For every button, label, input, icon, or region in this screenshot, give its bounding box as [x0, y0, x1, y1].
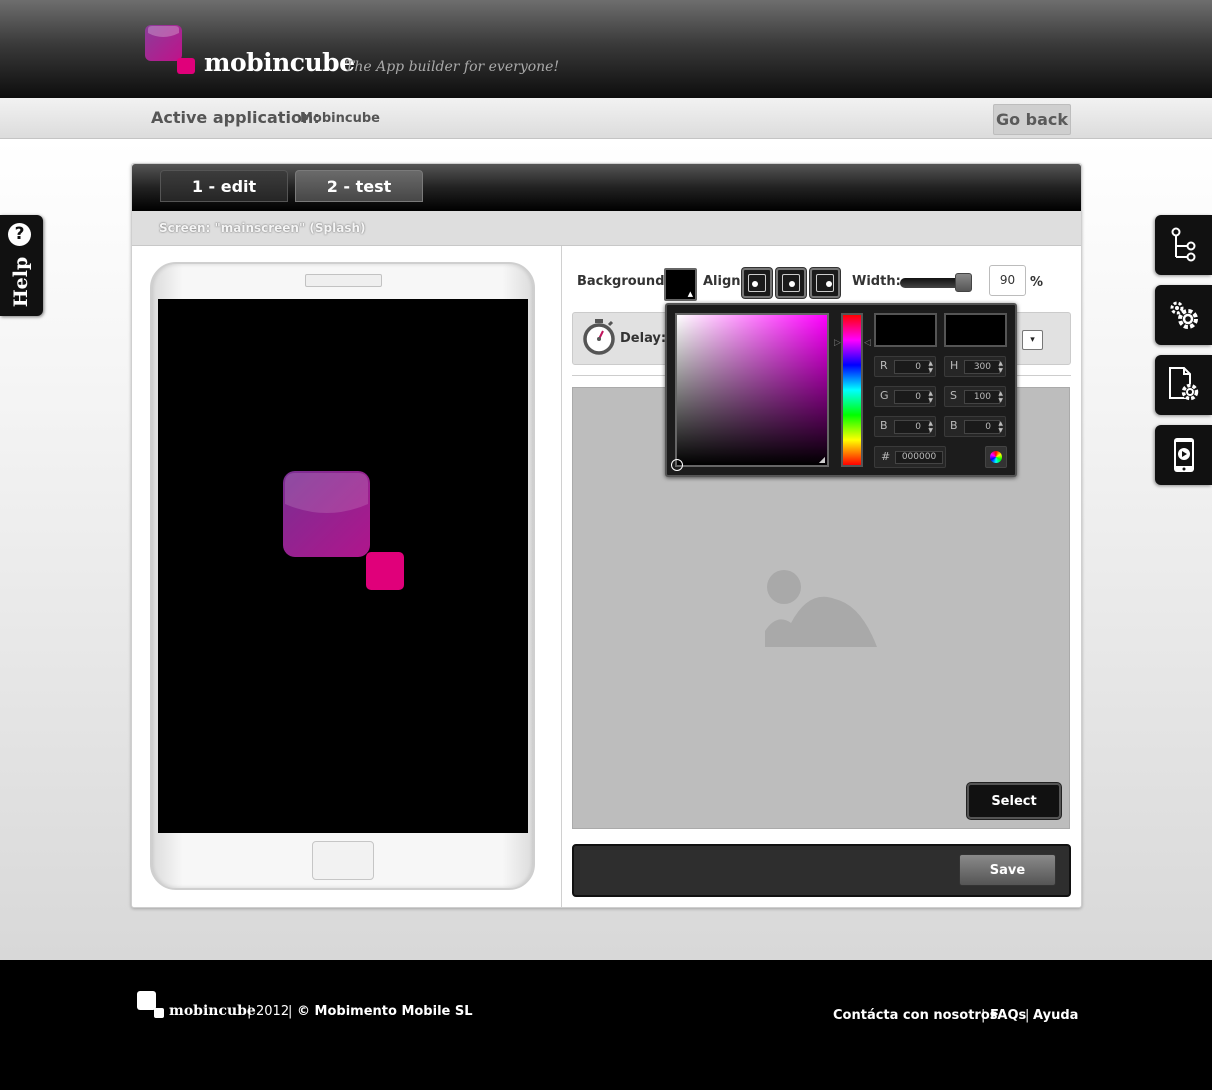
- go-back-button[interactable]: Go back: [993, 104, 1071, 135]
- spinner-icon: ▲ ▼: [998, 390, 1003, 404]
- blue-field[interactable]: B 0 ▲ ▼: [874, 416, 936, 437]
- phone-home-button: [312, 841, 374, 880]
- tab-edit[interactable]: 1 - edit: [160, 170, 288, 202]
- color-picker-popup: ◢ ▷ ◁ R 0 ▲ ▼ G 0 ▲ ▼ B 0 ▲ ▼ H 300 ▲ ▼ S 10…: [665, 303, 1017, 477]
- footer-separator: |: [981, 1008, 986, 1023]
- red-input[interactable]: 0: [894, 360, 930, 374]
- document-settings-icon: [1168, 367, 1198, 401]
- spinner-icon: ▲ ▼: [928, 420, 933, 434]
- background-color-swatch[interactable]: ▲: [664, 268, 697, 301]
- align-right-icon: [816, 274, 834, 292]
- green-field[interactable]: G 0 ▲ ▼: [874, 386, 936, 407]
- color-wheel-icon: [990, 451, 1002, 463]
- align-left-button[interactable]: [742, 268, 772, 298]
- save-button[interactable]: Save: [959, 854, 1056, 886]
- align-center-icon: [782, 274, 800, 292]
- percent-label: %: [1030, 275, 1044, 290]
- brand-tagline: The App builder for everyone!: [345, 59, 560, 75]
- delay-label: Delay:: [620, 331, 667, 346]
- footer-logo-icon[interactable]: [137, 991, 164, 1018]
- red-field[interactable]: R 0 ▲ ▼: [874, 356, 936, 377]
- resize-corner-icon: ◢: [818, 455, 825, 464]
- phone-preview: [150, 262, 535, 890]
- mobincube-logo-icon[interactable]: [145, 25, 197, 75]
- screen-settings-button[interactable]: [1155, 355, 1212, 415]
- current-color-preview: [944, 313, 1007, 347]
- color-field-handle[interactable]: [671, 459, 683, 471]
- footer-year: 2012: [256, 1004, 290, 1019]
- blue-input[interactable]: 0: [894, 420, 930, 434]
- hue-slider[interactable]: [841, 313, 863, 467]
- help-tab[interactable]: ? Help: [0, 215, 43, 316]
- color-submit-button[interactable]: [985, 446, 1007, 468]
- color-saturation-field[interactable]: ◢: [671, 313, 829, 471]
- site-footer: [0, 960, 1212, 1090]
- stopwatch-icon: [583, 319, 615, 355]
- footer-brand: mobincube: [169, 1003, 256, 1019]
- mobile-preview-icon: [1173, 438, 1194, 472]
- active-application-name: Mobincube: [300, 111, 380, 126]
- spinner-icon: ▲ ▼: [998, 360, 1003, 374]
- contact-link[interactable]: Contácta con nosotros: [833, 1008, 998, 1023]
- new-color-preview: [874, 313, 937, 347]
- phone-screen[interactable]: [158, 299, 528, 833]
- splash-logo-icon: [283, 471, 404, 590]
- background-label: Background:: [577, 274, 670, 289]
- image-placeholder-icon: [765, 570, 877, 647]
- editor-tabs-bar: 1 - edit 2 - test: [132, 164, 1081, 211]
- saturation-field[interactable]: S 100 ▲ ▼: [944, 386, 1006, 407]
- faqs-link[interactable]: FAQs: [990, 1008, 1026, 1023]
- saturation-input[interactable]: 100: [964, 390, 1000, 404]
- footer-separator: |: [1025, 1008, 1030, 1023]
- tab-test[interactable]: 2 - test: [295, 170, 423, 202]
- width-label: Width:: [852, 274, 901, 289]
- screen-title: Screen: "mainscreen" (Splash): [159, 221, 366, 235]
- hue-input[interactable]: 300: [964, 360, 1000, 374]
- tree-structure-icon: [1171, 227, 1195, 262]
- hue-field[interactable]: H 300 ▲ ▼: [944, 356, 1006, 377]
- editor-panel: 1 - edit 2 - test Screen: "mainscreen" (…: [131, 163, 1082, 908]
- active-application-label: Active application:: [151, 108, 320, 127]
- screen-title-bar: Screen: "mainscreen" (Splash): [132, 211, 1081, 246]
- width-slider-handle[interactable]: [955, 273, 972, 292]
- footer-separator: |: [247, 1004, 252, 1019]
- hue-arrow-right-icon: ◁: [864, 338, 871, 348]
- select-image-button[interactable]: Select: [967, 783, 1061, 819]
- align-center-button[interactable]: [776, 268, 806, 298]
- swatch-arrow-icon: ▲: [687, 290, 693, 298]
- ayuda-link[interactable]: Ayuda: [1033, 1008, 1078, 1023]
- brightness-input[interactable]: 0: [964, 420, 1000, 434]
- app-structure-button[interactable]: [1155, 215, 1212, 275]
- site-header: mobincube The App builder for everyone!: [0, 0, 1212, 98]
- spinner-icon: ▲ ▼: [998, 420, 1003, 434]
- width-input[interactable]: 90: [989, 265, 1026, 296]
- panel-divider: [561, 246, 562, 907]
- footer-copyright: © Mobimento Mobile SL: [297, 1004, 473, 1019]
- align-right-button[interactable]: [810, 268, 840, 298]
- footer-separator: |: [288, 1004, 293, 1019]
- preview-app-button[interactable]: [1155, 425, 1212, 485]
- settings-gears-icon: [1170, 301, 1198, 329]
- help-label: Help: [10, 256, 32, 308]
- app-settings-button[interactable]: [1155, 285, 1212, 345]
- brand-name: mobincube: [204, 48, 355, 77]
- hue-arrow-left-icon: ▷: [834, 338, 841, 348]
- phone-speaker: [305, 274, 382, 287]
- green-input[interactable]: 0: [894, 390, 930, 404]
- brightness-field[interactable]: B 0 ▲ ▼: [944, 416, 1006, 437]
- spinner-icon: ▲ ▼: [928, 360, 933, 374]
- delay-dropdown-button[interactable]: ▾: [1022, 330, 1043, 350]
- align-left-icon: [748, 274, 766, 292]
- hex-field[interactable]: # 000000: [874, 446, 946, 468]
- spinner-icon: ▲ ▼: [928, 390, 933, 404]
- help-question-icon: ?: [8, 223, 31, 246]
- hex-input[interactable]: 000000: [895, 451, 943, 464]
- align-label: Align:: [703, 274, 746, 289]
